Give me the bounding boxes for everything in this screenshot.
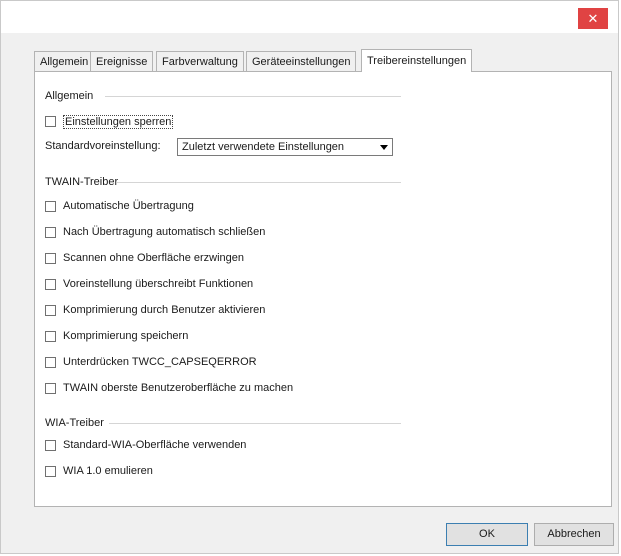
- checkbox-box[interactable]: [45, 357, 56, 368]
- settings-panel: Allgemein Einstellungen sperren Standard…: [34, 71, 612, 507]
- group-divider: [105, 96, 401, 97]
- checkbox-label: Komprimierung speichern: [63, 330, 189, 342]
- group-divider: [109, 423, 401, 424]
- checkbox-box[interactable]: [45, 383, 56, 394]
- group-title-twain: TWAIN-Treiber: [45, 176, 119, 188]
- checkbox-box[interactable]: [45, 466, 56, 477]
- tab-geraeteeinstellungen[interactable]: Geräteeinstellungen: [246, 51, 357, 71]
- checkbox-box[interactable]: [45, 116, 56, 127]
- checkbox-label: Einstellungen sperren: [63, 115, 174, 129]
- checkbox-label: Nach Übertragung automatisch schließen: [63, 226, 266, 238]
- checkbox-box[interactable]: [45, 279, 56, 290]
- group-divider: [117, 182, 401, 183]
- checkbox-label: Voreinstellung überschreibt Funktionen: [63, 278, 254, 290]
- checkbox-label: TWAIN oberste Benutzeroberfläche zu mach…: [63, 382, 294, 394]
- checkbox-box[interactable]: [45, 331, 56, 342]
- checkbox-box[interactable]: [45, 253, 56, 264]
- title-bar: ✕: [1, 1, 618, 33]
- checkbox-label: Komprimierung durch Benutzer aktivieren: [63, 304, 266, 316]
- checkbox-label: Standard-WIA-Oberfläche verwenden: [63, 439, 247, 451]
- tab-treibereinstellungen[interactable]: Treibereinstellungen: [361, 49, 473, 72]
- close-icon[interactable]: ✕: [578, 8, 608, 29]
- dialog-window: ✕ Allgemein Ereignisse Farbverwaltung Ge…: [0, 0, 619, 554]
- select-value: Zuletzt verwendete Einstellungen: [182, 141, 345, 153]
- cancel-button[interactable]: Abbrechen: [534, 523, 614, 546]
- tab-allgemein[interactable]: Allgemein: [34, 51, 95, 71]
- chevron-down-icon[interactable]: [380, 145, 388, 150]
- checkbox-box[interactable]: [45, 201, 56, 212]
- tab-ereignisse[interactable]: Ereignisse: [90, 51, 154, 71]
- group-title-general: Allgemein: [45, 90, 94, 102]
- checkbox-box[interactable]: [45, 305, 56, 316]
- checkbox-label: Scannen ohne Oberfläche erzwingen: [63, 252, 245, 264]
- group-title-wia: WIA-Treiber: [45, 417, 104, 429]
- checkbox-label: Automatische Übertragung: [63, 200, 194, 212]
- checkbox-box[interactable]: [45, 440, 56, 451]
- checkbox-label: WIA 1.0 emulieren: [63, 465, 153, 477]
- default-preset-select[interactable]: Zuletzt verwendete Einstellungen: [177, 138, 393, 156]
- checkbox-label: Unterdrücken TWCC_CAPSEQERROR: [63, 356, 257, 368]
- default-preset-label: Standardvoreinstellung:: [45, 140, 161, 152]
- checkbox-box[interactable]: [45, 227, 56, 238]
- tab-farbverwaltung[interactable]: Farbverwaltung: [156, 51, 244, 71]
- ok-button[interactable]: OK: [446, 523, 528, 546]
